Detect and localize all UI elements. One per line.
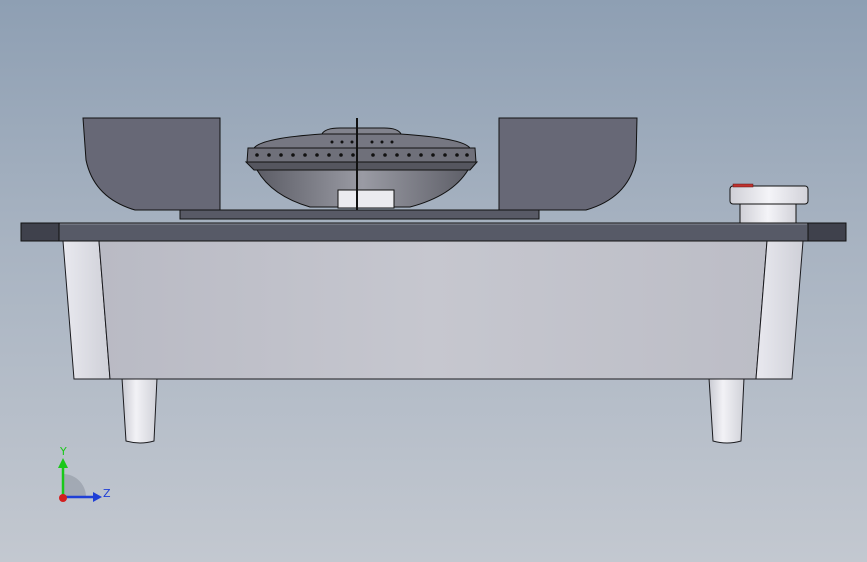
- burner-crown: [252, 133, 472, 149]
- top-panel: [20, 222, 847, 242]
- body-front: [98, 240, 768, 380]
- triad-x-dot: [59, 494, 67, 502]
- leg-right: [708, 377, 745, 444]
- pan-support-left: [82, 117, 221, 211]
- control-knob[interactable]: [729, 185, 809, 205]
- drip-tray: [179, 209, 540, 220]
- top-panel-edge-left: [20, 222, 60, 242]
- stove-model[interactable]: Y Z: [0, 0, 867, 562]
- burner-window: [337, 189, 395, 209]
- knob-stem: [739, 203, 797, 224]
- leg-left: [121, 377, 158, 444]
- triad-y-label: Y: [59, 445, 67, 458]
- triad-z-label: Z: [103, 487, 111, 500]
- top-panel-edge-right: [807, 222, 847, 242]
- triad-z-arrow: [93, 492, 102, 502]
- knob-indicator: [732, 183, 754, 188]
- pan-support-right: [498, 117, 638, 211]
- triad-y-arrow: [58, 458, 68, 468]
- orientation-triad[interactable]: Y Z: [58, 445, 111, 502]
- cad-viewport[interactable]: Y Z: [0, 0, 867, 562]
- burner-cap: [321, 127, 402, 135]
- triad-quarter-disk: [63, 474, 86, 497]
- burner-ring-bottom: [244, 161, 479, 171]
